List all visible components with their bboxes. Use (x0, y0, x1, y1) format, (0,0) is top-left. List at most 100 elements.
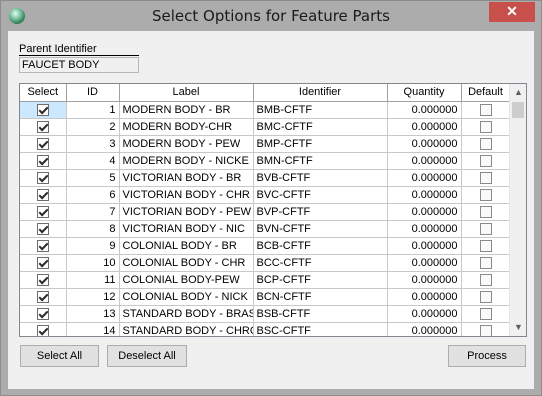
label-cell[interactable]: COLONIAL BODY - CHR (119, 254, 254, 272)
select-cell[interactable] (20, 271, 67, 289)
title-bar[interactable]: Select Options for Feature Parts ✕ (1, 1, 541, 31)
default-checkbox[interactable] (479, 120, 492, 133)
select-cell[interactable] (20, 169, 67, 187)
vertical-scrollbar[interactable]: ▲ ▼ (509, 84, 526, 336)
default-cell[interactable] (461, 101, 511, 119)
select-cell[interactable] (20, 288, 67, 306)
deselect-all-button[interactable]: Deselect All (107, 345, 187, 367)
default-cell[interactable] (461, 288, 511, 306)
select-cell[interactable] (20, 118, 67, 136)
column-header-default[interactable]: Default (461, 84, 511, 102)
close-button[interactable]: ✕ (489, 2, 535, 22)
table-row[interactable]: 14 STANDARD BODY - CHRO BSC-CFTF 0.000000 (20, 322, 511, 336)
label-cell[interactable]: STANDARD BODY - BRAS (119, 305, 254, 323)
default-checkbox[interactable] (479, 307, 492, 320)
table-row[interactable]: 10 COLONIAL BODY - CHR BCC-CFTF 0.000000 (20, 254, 511, 272)
quantity-cell[interactable]: 0.000000 (387, 186, 462, 204)
table-row[interactable]: 4 MODERN BODY - NICKE BMN-CFTF 0.000000 (20, 152, 511, 170)
id-cell[interactable]: 11 (66, 271, 120, 289)
label-cell[interactable]: COLONIAL BODY - BR (119, 237, 254, 255)
default-cell[interactable] (461, 271, 511, 289)
scroll-down-arrow[interactable]: ▼ (510, 319, 526, 336)
scroll-thumb[interactable] (512, 102, 524, 118)
select-checkbox[interactable] (36, 188, 49, 201)
table-row[interactable]: 3 MODERN BODY - PEW BMP-CFTF 0.000000 (20, 135, 511, 153)
label-cell[interactable]: COLONIAL BODY - NICK (119, 288, 254, 306)
quantity-cell[interactable]: 0.000000 (387, 254, 462, 272)
label-cell[interactable]: VICTORIAN BODY - BR (119, 169, 254, 187)
column-header-label[interactable]: Label (119, 84, 254, 102)
select-cell[interactable] (20, 186, 67, 204)
quantity-cell[interactable]: 0.000000 (387, 322, 462, 336)
default-checkbox[interactable] (479, 205, 492, 218)
table-row[interactable]: 2 MODERN BODY-CHR BMC-CFTF 0.000000 (20, 118, 511, 136)
select-cell[interactable] (20, 203, 67, 221)
identifier-cell[interactable]: BVN-CFTF (253, 220, 388, 238)
select-checkbox[interactable] (36, 307, 49, 320)
identifier-cell[interactable]: BCC-CFTF (253, 254, 388, 272)
quantity-cell[interactable]: 0.000000 (387, 305, 462, 323)
id-cell[interactable]: 7 (66, 203, 120, 221)
id-cell[interactable]: 14 (66, 322, 120, 336)
default-cell[interactable] (461, 305, 511, 323)
default-cell[interactable] (461, 237, 511, 255)
default-checkbox[interactable] (479, 103, 492, 116)
table-row[interactable]: 6 VICTORIAN BODY - CHR BVC-CFTF 0.000000 (20, 186, 511, 204)
select-checkbox[interactable] (36, 239, 49, 252)
table-row[interactable]: 13 STANDARD BODY - BRAS BSB-CFTF 0.000000 (20, 305, 511, 323)
id-cell[interactable]: 1 (66, 101, 120, 119)
label-cell[interactable]: VICTORIAN BODY - NIC (119, 220, 254, 238)
id-cell[interactable]: 13 (66, 305, 120, 323)
select-checkbox[interactable] (36, 103, 49, 116)
id-cell[interactable]: 2 (66, 118, 120, 136)
select-checkbox[interactable] (36, 120, 49, 133)
select-checkbox[interactable] (36, 137, 49, 150)
identifier-cell[interactable]: BVB-CFTF (253, 169, 388, 187)
default-checkbox[interactable] (479, 324, 492, 336)
default-checkbox[interactable] (479, 222, 492, 235)
table-row[interactable]: 8 VICTORIAN BODY - NIC BVN-CFTF 0.000000 (20, 220, 511, 238)
table-row[interactable]: 11 COLONIAL BODY-PEW BCP-CFTF 0.000000 (20, 271, 511, 289)
identifier-cell[interactable]: BMP-CFTF (253, 135, 388, 153)
label-cell[interactable]: STANDARD BODY - CHRO (119, 322, 254, 336)
quantity-cell[interactable]: 0.000000 (387, 220, 462, 238)
quantity-cell[interactable]: 0.000000 (387, 203, 462, 221)
identifier-cell[interactable]: BCB-CFTF (253, 237, 388, 255)
label-cell[interactable]: MODERN BODY-CHR (119, 118, 254, 136)
default-cell[interactable] (461, 135, 511, 153)
default-checkbox[interactable] (479, 239, 492, 252)
identifier-cell[interactable]: BCP-CFTF (253, 271, 388, 289)
column-header-identifier[interactable]: Identifier (253, 84, 388, 102)
quantity-cell[interactable]: 0.000000 (387, 271, 462, 289)
default-cell[interactable] (461, 118, 511, 136)
select-checkbox[interactable] (36, 273, 49, 286)
default-checkbox[interactable] (479, 290, 492, 303)
id-cell[interactable]: 4 (66, 152, 120, 170)
id-cell[interactable]: 9 (66, 237, 120, 255)
process-button[interactable]: Process (448, 345, 526, 367)
label-cell[interactable]: MODERN BODY - NICKE (119, 152, 254, 170)
quantity-cell[interactable]: 0.000000 (387, 118, 462, 136)
label-cell[interactable]: COLONIAL BODY-PEW (119, 271, 254, 289)
quantity-cell[interactable]: 0.000000 (387, 288, 462, 306)
id-cell[interactable]: 10 (66, 254, 120, 272)
select-checkbox[interactable] (36, 171, 49, 184)
select-checkbox[interactable] (36, 222, 49, 235)
id-cell[interactable]: 12 (66, 288, 120, 306)
quantity-cell[interactable]: 0.000000 (387, 152, 462, 170)
select-cell[interactable] (20, 237, 67, 255)
table-row[interactable]: 12 COLONIAL BODY - NICK BCN-CFTF 0.000000 (20, 288, 511, 306)
select-all-button[interactable]: Select All (20, 345, 99, 367)
quantity-cell[interactable]: 0.000000 (387, 135, 462, 153)
identifier-cell[interactable]: BMN-CFTF (253, 152, 388, 170)
identifier-cell[interactable]: BCN-CFTF (253, 288, 388, 306)
select-cell[interactable] (20, 101, 67, 119)
quantity-cell[interactable]: 0.000000 (387, 237, 462, 255)
default-checkbox[interactable] (479, 188, 492, 201)
default-cell[interactable] (461, 322, 511, 336)
column-header-quantity[interactable]: Quantity (387, 84, 462, 102)
id-cell[interactable]: 3 (66, 135, 120, 153)
default-cell[interactable] (461, 186, 511, 204)
table-row[interactable]: 5 VICTORIAN BODY - BR BVB-CFTF 0.000000 (20, 169, 511, 187)
default-cell[interactable] (461, 169, 511, 187)
